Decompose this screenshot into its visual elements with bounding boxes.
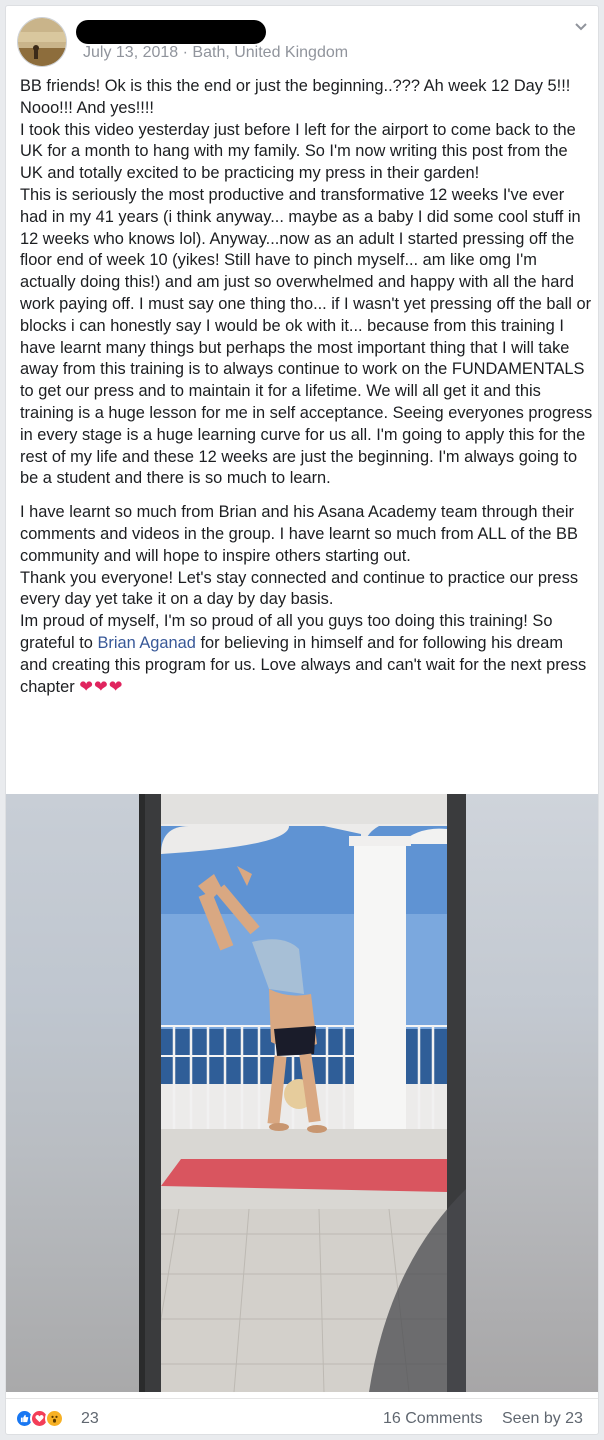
post-footer: 23 16 Comments Seen by 23 [6, 1398, 598, 1434]
post-paragraph: I have learnt so much from Brian and his… [20, 503, 578, 565]
post-location[interactable]: Bath, United Kingdom [192, 44, 348, 61]
post-paragraph: Thank you everyone! Let's stay connected… [20, 568, 579, 609]
post-paragraph: BB friends! Ok is this the end or just t… [20, 77, 571, 117]
redacted-author-name [76, 20, 266, 44]
media-blur-right [466, 794, 598, 1392]
wow-reaction-icon [45, 1409, 64, 1428]
post-card: July 13, 2018 · Bath, United Kingdom BB … [5, 5, 599, 1435]
video-frame [139, 794, 466, 1392]
post-paragraph-final: Im proud of myself, I'm so proud of all … [20, 611, 594, 698]
post-header: July 13, 2018 · Bath, United Kingdom [6, 6, 598, 70]
post-paragraph: This is seriously the most productive an… [20, 185, 593, 488]
mention-link[interactable]: Brian Aganad [97, 634, 195, 652]
heart-emoji: ❤❤❤ [79, 677, 124, 696]
chevron-down-icon[interactable] [570, 16, 592, 38]
video-player[interactable] [139, 794, 466, 1392]
avatar[interactable] [17, 17, 67, 67]
seen-by-count[interactable]: Seen by 23 [502, 1410, 583, 1428]
post-media [6, 794, 598, 1392]
comments-count-link[interactable]: 16 Comments [383, 1410, 483, 1428]
meta-separator: · [182, 44, 188, 61]
reactions-count[interactable]: 23 [81, 1410, 99, 1428]
post-paragraph: I took this video yesterday just before … [20, 120, 576, 183]
post-date[interactable]: July 13, 2018 [83, 44, 178, 61]
post-meta: July 13, 2018 · Bath, United Kingdom [83, 44, 348, 62]
post-text: BB friends! Ok is this the end or just t… [20, 76, 594, 698]
media-blur-left [6, 794, 139, 1392]
